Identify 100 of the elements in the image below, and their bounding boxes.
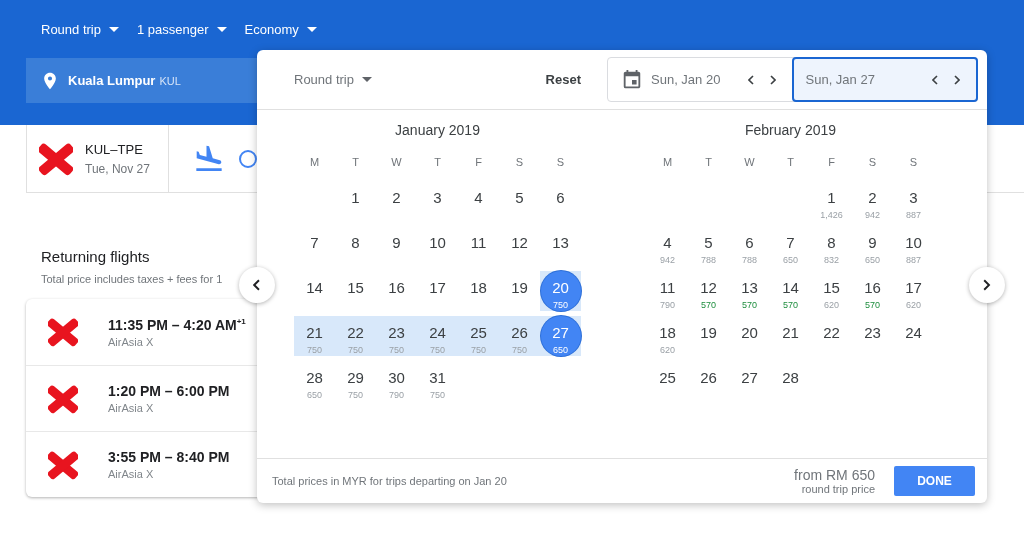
price-caption: round trip price	[801, 482, 875, 495]
caret-icon	[362, 77, 372, 82]
calendar-day[interactable]: 8	[335, 226, 376, 266]
calendar-day[interactable]: 17	[417, 271, 458, 311]
calendar-day[interactable]: 6	[540, 181, 581, 221]
weekday-label: S	[908, 156, 919, 170]
calendar-day[interactable]: 8 832	[811, 226, 852, 266]
calendar-day[interactable]: 7	[294, 226, 335, 266]
calendar-day[interactable]: 9	[376, 226, 417, 266]
calendar-day[interactable]: 9 650	[852, 226, 893, 266]
section-title: Returning flights	[41, 248, 150, 265]
dropdown-button[interactable]: 1 passenger	[137, 21, 227, 37]
route-label: KUL–TPE	[85, 141, 144, 157]
weekday-label: T	[704, 156, 713, 170]
calendar-day[interactable]: 28	[770, 361, 811, 401]
month-title: January 2019	[394, 121, 481, 140]
calendar-day[interactable]: 21	[770, 316, 811, 356]
calendar-day[interactable]: 29 750	[335, 361, 376, 401]
calendar-day[interactable]: 15 620	[811, 271, 852, 311]
calendar-day[interactable]: 16 570	[852, 271, 893, 311]
calendar-day[interactable]: 20 750	[540, 271, 581, 311]
calendar-day[interactable]: 16	[376, 271, 417, 311]
calendar-day[interactable]: 26 750	[499, 316, 540, 356]
calendar-day[interactable]: 28 650	[294, 361, 335, 401]
weekday-label: W	[743, 156, 756, 170]
calendar-day[interactable]: 26	[688, 361, 729, 401]
calendar-day[interactable]: 27 650	[540, 316, 581, 356]
calendar-day[interactable]: 25 750	[458, 316, 499, 356]
calendar-day[interactable]: 12	[499, 226, 540, 266]
airline-logo	[48, 449, 78, 480]
dropdown-button[interactable]: Round trip	[41, 21, 119, 37]
calendar-day[interactable]: 20	[729, 316, 770, 356]
footer-note: Total prices in MYR for trips departing on Jan 20	[272, 475, 508, 487]
airline-logo	[39, 141, 73, 176]
calendar-day[interactable]: 14	[294, 271, 335, 311]
calendar-day[interactable]: 5	[499, 181, 540, 221]
calendar-day[interactable]: 3	[417, 181, 458, 221]
calendar-day[interactable]: 1	[335, 181, 376, 221]
calendar-day[interactable]: 3 887	[893, 181, 934, 221]
month-title: February 2019	[743, 121, 838, 140]
calendar-day[interactable]: 6 788	[729, 226, 770, 266]
airline-name: AirAsia X	[108, 468, 155, 480]
section-subtitle: Total price includes taxes + fees for 1	[41, 273, 223, 285]
price-label: from RM 650	[794, 467, 875, 483]
calendar-day[interactable]: 7 650	[770, 226, 811, 266]
previous-month-button[interactable]	[239, 267, 275, 303]
calendar-day[interactable]: 15	[335, 271, 376, 311]
done-button[interactable]: DONE	[894, 466, 975, 496]
trip-type-dropdown[interactable]: Round trip	[294, 72, 372, 87]
calendar-day[interactable]: 10 887	[893, 226, 934, 266]
calendar-day[interactable]: 17 620	[893, 271, 934, 311]
dropdown-button[interactable]: Economy	[244, 21, 317, 37]
calendar-day[interactable]: 19	[688, 316, 729, 356]
calendar-day[interactable]: 24 750	[417, 316, 458, 356]
calendar-day[interactable]: 23	[852, 316, 893, 356]
calendar-day[interactable]: 21 750	[294, 316, 335, 356]
calendar-day[interactable]: 25	[647, 361, 688, 401]
calendar-day[interactable]: 1 1,426	[811, 181, 852, 221]
caret-icon	[216, 26, 227, 32]
calendar-day[interactable]: 18 620	[647, 316, 688, 356]
weekday-label: T	[433, 156, 442, 170]
calendar-day[interactable]: 14 570	[770, 271, 811, 311]
airline-name: AirAsia X	[108, 402, 155, 414]
next-month-button[interactable]	[969, 267, 1005, 303]
weekday-label: T	[786, 156, 795, 170]
chevron-left-icon	[253, 279, 261, 291]
calendar-day[interactable]: 23 750	[376, 316, 417, 356]
calendar-day[interactable]: 24	[893, 316, 934, 356]
flight-times: 11:35 PM – 4:20 AM$^{+1}$	[108, 316, 246, 333]
origin-city: Kuala Lumpur KUL	[68, 73, 181, 88]
calendar-day[interactable]: 13	[540, 226, 581, 266]
calendar-day[interactable]: 13 570	[729, 271, 770, 311]
calendar-day[interactable]: 11 790	[647, 271, 688, 311]
calendar-day[interactable]: 18	[458, 271, 499, 311]
calendar-day[interactable]: 30 790	[376, 361, 417, 401]
caret-icon	[306, 26, 317, 32]
reset-button[interactable]: Reset	[543, 66, 583, 93]
weekday-label: F	[474, 156, 483, 170]
calendar-day[interactable]: 22	[811, 316, 852, 356]
calendar-day[interactable]: 4 942	[647, 226, 688, 266]
calendar-day[interactable]: 11	[458, 226, 499, 266]
calendar-day[interactable]: 2	[376, 181, 417, 221]
caret-icon	[109, 26, 119, 32]
calendar-day[interactable]: 4	[458, 181, 499, 221]
weekday-label: M	[308, 156, 321, 170]
calendar-day[interactable]: 5 788	[688, 226, 729, 266]
calendar-day[interactable]: 10	[417, 226, 458, 266]
weekday-label: S	[867, 156, 878, 170]
calendar-day[interactable]: 19	[499, 271, 540, 311]
calendar-day[interactable]: 12 570	[688, 271, 729, 311]
airline-logo	[48, 317, 78, 347]
weekday-label: S	[514, 156, 525, 170]
origin-field[interactable]: Kuala Lumpur KUL	[26, 58, 257, 103]
calendar-day[interactable]: 22 750	[335, 316, 376, 356]
calendar-day[interactable]: 2 942	[852, 181, 893, 221]
weekday-label: S	[555, 156, 566, 170]
flight-times: 1:20 PM – 6:00 PM	[108, 383, 230, 399]
calendar-day[interactable]: 27	[729, 361, 770, 401]
flight-summary-card[interactable]: KUL–TPE Tue, Nov 27	[26, 125, 169, 192]
calendar-day[interactable]: 31 750	[417, 361, 458, 401]
